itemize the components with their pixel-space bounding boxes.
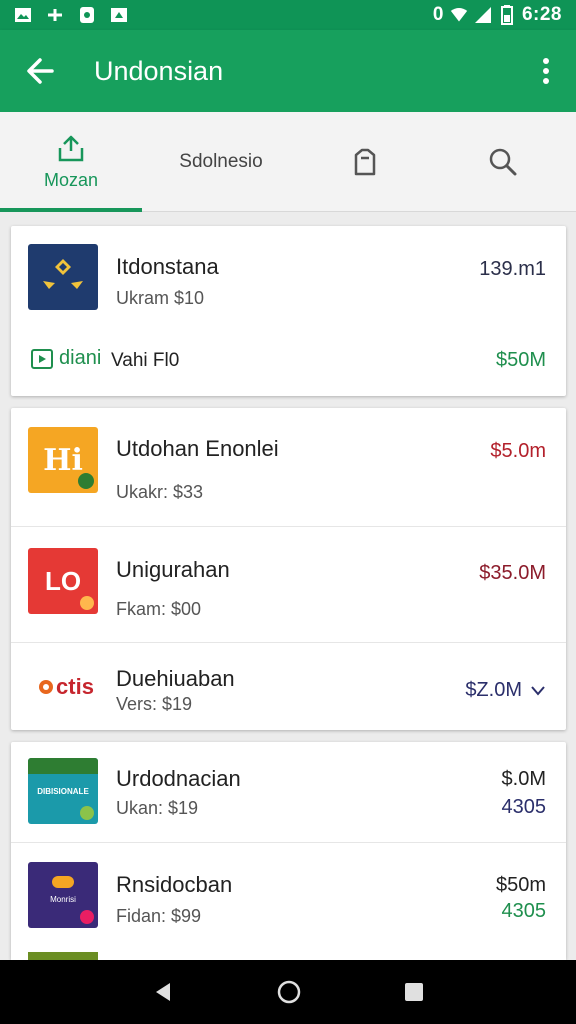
brand-logo-icon (39, 680, 54, 694)
item-subtitle: Ukakr: $33 (116, 482, 204, 502)
share-upload-icon (58, 135, 84, 161)
tab-search[interactable] (430, 112, 576, 212)
item-subtitle: Ukan: $19 (116, 798, 199, 818)
item-subtitle: Fidan: $99 (116, 906, 202, 926)
cloud-notification-icon (110, 7, 128, 23)
account-amount: 139.m1 (479, 258, 546, 280)
tab-indicator (0, 208, 142, 212)
item-amount-group: $Z.0M (465, 679, 546, 702)
tab-mozan[interactable]: Mozan (0, 112, 142, 212)
tab-tag[interactable] (300, 112, 430, 212)
item-amount-secondary: 4305 (501, 796, 547, 818)
system-nav-bar (0, 960, 576, 1024)
arrow-back-icon (27, 58, 54, 84)
list-item[interactable]: Monrisi Rnsidocban Fidan: $99 $50m 4305 (11, 842, 566, 952)
item-amount: $35.0M (479, 562, 546, 584)
more-vert-icon (543, 58, 549, 84)
next-card-peek (11, 952, 566, 960)
nav-home-icon[interactable] (276, 979, 302, 1005)
search-icon (489, 148, 517, 176)
game-notification-icon (46, 7, 64, 23)
item-title: Unigurahan (116, 557, 230, 582)
overflow-menu-button[interactable] (516, 30, 576, 112)
item-amount-secondary: 4305 (501, 900, 547, 922)
status-bar: 0 6:28 (0, 0, 576, 30)
item-title: Utdohan Enonlei (116, 436, 279, 461)
back-button[interactable] (0, 30, 80, 112)
play-box-icon (31, 348, 53, 369)
alarm-icon: 0 (432, 4, 444, 25)
tab-bar: Mozan Sdolnesio (0, 112, 576, 212)
account-card[interactable]: Itdonstana Ukram $10 139.m1 diani Vahi F… (11, 226, 566, 396)
list-item[interactable]: ctis Duehiuaban Vers: $19 $Z.0M (11, 642, 566, 730)
item-title: Urdodnacian (116, 766, 241, 791)
list-item[interactable]: Hi Utdohan Enonlei Ukakr: $33 $5.0m (11, 408, 566, 526)
item-title: Duehiuaban (116, 666, 235, 691)
item-thumbnail: DIBISIONALE (28, 758, 98, 824)
app-bar: Undonsian (0, 30, 576, 112)
item-thumbnail: LO (28, 548, 98, 614)
page-title: Undonsian (94, 55, 224, 86)
transactions-card: Hi Utdohan Enonlei Ukakr: $33 $5.0m LO U… (11, 408, 566, 730)
item-thumbnail: Monrisi (28, 862, 98, 928)
signal-icon (474, 7, 492, 23)
list-item[interactable]: LO Unigurahan Fkam: $00 $35.0M (11, 526, 566, 642)
list-item[interactable]: DIBISIONALE Urdodnacian Ukan: $19 $.0M 4… (11, 742, 566, 842)
clock: 6:28 (521, 4, 562, 25)
item-subtitle: Fkam: $00 (116, 599, 202, 619)
tab-label: Sdolnesio (179, 151, 263, 172)
item-thumbnail: Hi (28, 427, 98, 493)
nav-recents-icon[interactable] (403, 981, 425, 1003)
footer-logo: diani (31, 347, 101, 370)
app-notification-icon (78, 7, 96, 23)
footer-logo-text: diani (59, 347, 102, 369)
account-subtitle: Ukram $10 (116, 288, 205, 308)
tab-label: Mozan (43, 169, 99, 190)
chevron-down-icon[interactable] (530, 685, 546, 697)
item-thumbnail: ctis (28, 654, 104, 720)
account-title: Itdonstana (116, 254, 219, 279)
wifi-icon (450, 7, 468, 23)
transactions-card-2: DIBISIONALE Urdodnacian Ukan: $19 $.0M 4… (11, 742, 566, 960)
item-amount: $50m (495, 874, 546, 896)
item-amount: $.0M (501, 768, 546, 790)
tag-icon (354, 148, 376, 176)
battery-icon (498, 5, 516, 25)
tab-sdolnesio[interactable]: Sdolnesio (142, 112, 300, 212)
item-amount: $5.0m (490, 440, 546, 462)
item-subtitle: Vers: $19 (116, 694, 193, 714)
nav-back-icon[interactable] (151, 980, 175, 1004)
item-amount: $Z.0M (465, 679, 522, 701)
footer-text: Vahi Fl0 (111, 350, 180, 371)
app-logo (28, 244, 98, 310)
image-notification-icon (14, 7, 32, 23)
item-title: Rnsidocban (116, 872, 233, 897)
footer-amount: $50M (495, 349, 546, 371)
